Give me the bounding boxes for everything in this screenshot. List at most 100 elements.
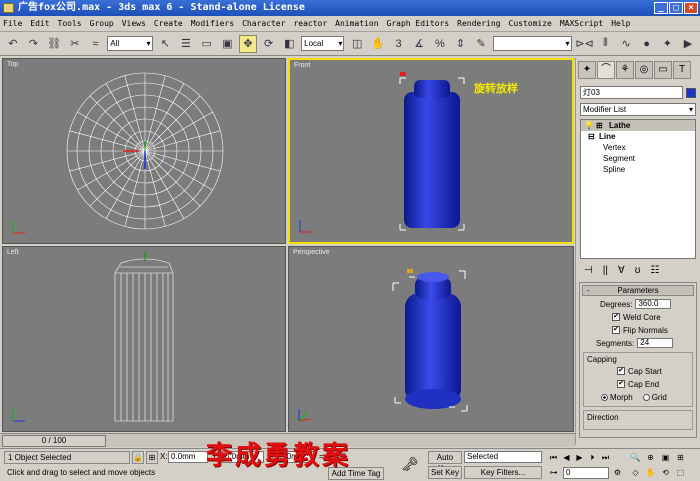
hierarchy-tab-icon[interactable]: ⚘	[616, 61, 634, 79]
object-color-swatch[interactable]	[686, 87, 696, 98]
time-config-icon[interactable]: ⚙	[612, 467, 623, 478]
minimize-button[interactable]: _	[654, 2, 668, 14]
curve-editor-icon[interactable]: ∿	[617, 35, 635, 53]
menu-file[interactable]: File	[3, 19, 22, 28]
display-tab-icon[interactable]: ▭	[654, 61, 672, 79]
menu-help[interactable]: Help	[611, 19, 630, 28]
stack-item-segment[interactable]: Segment	[581, 153, 695, 164]
stack-item-vertex[interactable]: Vertex	[581, 142, 695, 153]
angle-snap-icon[interactable]: ∡	[410, 35, 428, 53]
x-coordinate-input[interactable]: 0.0mm	[168, 451, 208, 463]
motion-tab-icon[interactable]: ◎	[635, 61, 653, 79]
menu-graph-editors[interactable]: Graph Editors	[387, 19, 450, 28]
collapse-icon[interactable]: ⊟	[588, 131, 595, 142]
key-mode-dropdown[interactable]: Selected	[464, 451, 542, 463]
render-scene-icon[interactable]: ✦	[659, 35, 677, 53]
snap-3d-icon[interactable]: 3	[390, 35, 408, 53]
select-object-icon[interactable]: ↖	[157, 35, 175, 53]
rect-selection-icon[interactable]: ▭	[198, 35, 216, 53]
stack-item-line[interactable]: ⊟ Line	[581, 131, 695, 142]
lock-selection-icon[interactable]: 🔒	[132, 451, 144, 464]
flip-normals-checkbox[interactable]: ✔	[612, 326, 620, 334]
menu-character[interactable]: Character	[242, 19, 285, 28]
bind-spacewarp-icon[interactable]: ≈	[87, 35, 105, 53]
configure-sets-icon[interactable]: ☷	[650, 265, 659, 276]
current-frame-input[interactable]: 0	[563, 467, 609, 479]
morph-radio[interactable]	[601, 393, 608, 401]
set-key-icon[interactable]: 🗝	[396, 453, 424, 477]
menu-modifiers[interactable]: Modifiers	[191, 19, 234, 28]
menu-maxscript[interactable]: MAXScript	[560, 19, 603, 28]
menu-group[interactable]: Group	[90, 19, 114, 28]
weld-core-checkbox[interactable]: ✔	[612, 313, 620, 321]
cap-end-checkbox[interactable]: ✔	[617, 380, 625, 388]
cap-start-checkbox[interactable]: ✔	[617, 367, 625, 375]
key-filters-button[interactable]: Key Filters...	[464, 466, 542, 479]
degrees-spinner[interactable]: 360.0	[635, 299, 672, 309]
grid-radio[interactable]	[642, 393, 650, 401]
menu-edit[interactable]: Edit	[30, 19, 49, 28]
key-mode-toggle-icon[interactable]: ⊶	[548, 467, 559, 478]
menu-customize[interactable]: Customize	[509, 19, 552, 28]
set-key-button[interactable]: Set Key	[428, 466, 462, 479]
edit-named-selection-icon[interactable]: ✎	[472, 35, 490, 53]
redo-icon[interactable]: ↷	[25, 35, 43, 53]
time-slider[interactable]: 0 / 100	[2, 435, 106, 447]
pan-icon[interactable]: ✋	[645, 467, 656, 478]
named-selection-dropdown[interactable]	[492, 36, 572, 51]
zoom-icon[interactable]: 🔍	[630, 452, 641, 463]
menu-tools[interactable]: Tools	[58, 19, 82, 28]
link-icon[interactable]: ⛓	[45, 35, 63, 53]
viewport-front[interactable]: Front 旋转放样	[288, 58, 574, 244]
select-scale-icon[interactable]: ◧	[280, 35, 298, 53]
menu-reactor[interactable]: reactor	[293, 19, 327, 28]
make-unique-icon[interactable]: ∀	[618, 265, 625, 276]
show-end-result-icon[interactable]: ||	[603, 265, 608, 276]
lightbulb-icon[interactable]: 💡	[584, 120, 594, 131]
zoom-extents-all-icon[interactable]: ⊞	[675, 452, 686, 463]
remove-modifier-icon[interactable]: ʊ	[635, 265, 641, 276]
menu-animation[interactable]: Animation	[335, 19, 378, 28]
window-crossing-icon[interactable]: ▣	[218, 35, 236, 53]
zoom-extents-icon[interactable]: ▣	[660, 452, 671, 463]
stack-item-spline[interactable]: Spline	[581, 164, 695, 175]
parameters-rollout-header[interactable]: - Parameters	[582, 285, 694, 296]
create-tab-icon[interactable]: ✦	[578, 61, 596, 79]
menu-create[interactable]: Create	[154, 19, 183, 28]
auto-key-button[interactable]: Auto Key	[428, 451, 462, 473]
select-by-name-icon[interactable]: ☰	[177, 35, 195, 53]
viewport-left[interactable]: Left	[2, 246, 286, 432]
select-move-icon[interactable]: ✥	[239, 34, 257, 53]
maximize-button[interactable]: □	[669, 2, 683, 14]
menu-views[interactable]: Views	[122, 19, 146, 28]
align-icon[interactable]: ⫴	[597, 35, 615, 53]
quick-render-icon[interactable]: ▶	[679, 35, 697, 53]
expand-icon[interactable]: ⊞	[596, 120, 603, 131]
material-editor-icon[interactable]: ●	[638, 35, 656, 53]
absolute-mode-icon[interactable]: ⊞	[146, 451, 158, 464]
select-rotate-icon[interactable]: ⟳	[260, 35, 278, 53]
field-of-view-icon[interactable]: ◇	[630, 467, 641, 478]
modifier-list-dropdown[interactable]: Modifier List	[580, 103, 696, 116]
percent-snap-icon[interactable]: %	[431, 35, 449, 53]
viewport-top[interactable]: Top	[2, 58, 286, 244]
maximize-viewport-icon[interactable]: ⬚	[675, 467, 686, 478]
spinner-snap-icon[interactable]: ⇕	[452, 35, 470, 53]
viewport-perspective[interactable]: Perspective	[288, 246, 574, 432]
modify-tab-icon[interactable]: ⌒	[597, 61, 615, 79]
zoom-all-icon[interactable]: ⊕	[645, 452, 656, 463]
mirror-icon[interactable]: ⊳⊲	[575, 35, 593, 53]
select-manipulate-icon[interactable]: ✋	[369, 35, 387, 53]
next-frame-icon[interactable]: ⏵	[587, 452, 598, 463]
go-to-end-icon[interactable]: ⏭	[600, 452, 611, 463]
selection-filter-dropdown[interactable]: All	[107, 36, 153, 51]
pin-stack-icon[interactable]: ⊣	[584, 265, 593, 276]
reference-coord-dropdown[interactable]: Local	[301, 36, 345, 51]
segments-spinner[interactable]: 24	[637, 338, 674, 348]
go-to-start-icon[interactable]: ⏮	[548, 452, 559, 463]
play-icon[interactable]: ▶	[574, 452, 585, 463]
menu-rendering[interactable]: Rendering	[457, 19, 500, 28]
previous-frame-icon[interactable]: ◀	[561, 452, 572, 463]
pivot-center-icon[interactable]: ◫	[348, 35, 366, 53]
undo-icon[interactable]: ↶	[4, 35, 22, 53]
